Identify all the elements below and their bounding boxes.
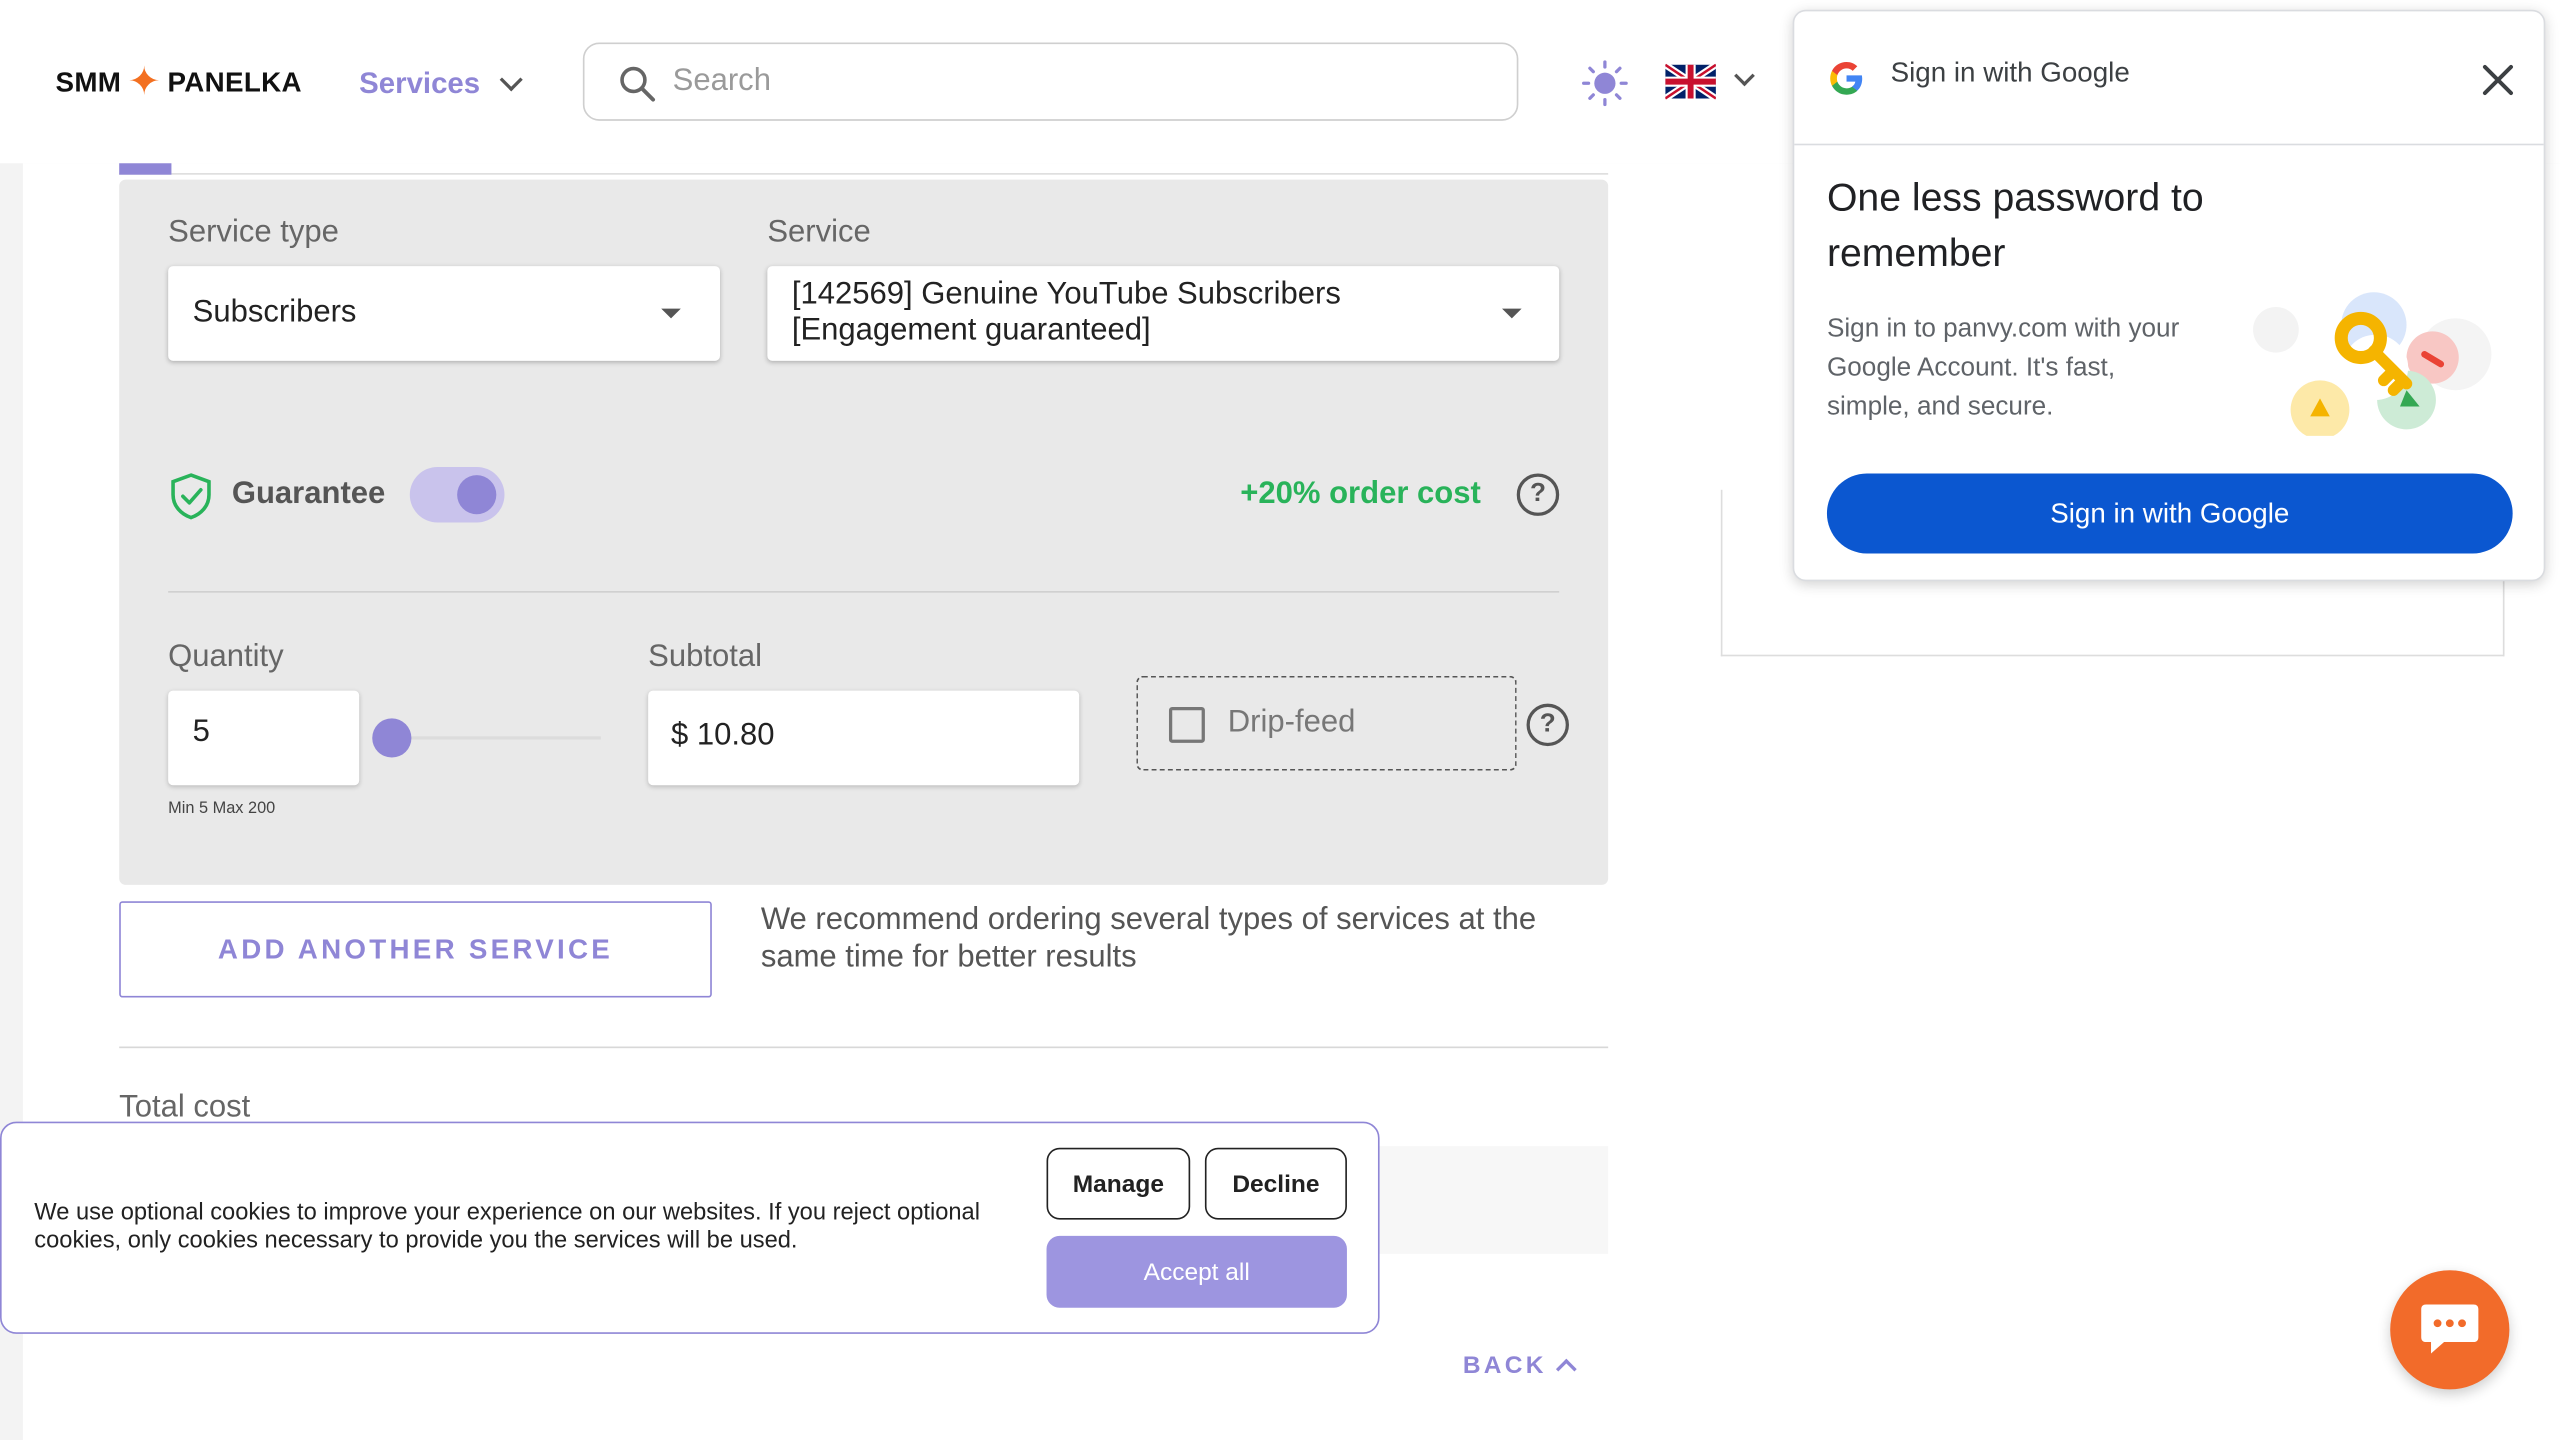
page: SMM ✦ PANELKA Services Search Service ty… (0, 0, 2560, 1440)
cookie-text: We use optional cookies to improve your … (34, 1200, 980, 1254)
google-popup-headline: One less password to remember (1826, 176, 2204, 276)
tab-indicator (119, 163, 172, 175)
shield-check-icon (171, 473, 211, 520)
nav-services-menu[interactable]: Services (359, 62, 523, 104)
service-value-line2: [Engagement guaranteed] (791, 313, 1151, 348)
guarantee-row: Guarantee +20% order cost ? (168, 464, 1560, 529)
sun-icon[interactable] (1580, 59, 1629, 108)
google-popup-body: Sign in to panvy.com with your Google Ac… (1826, 315, 2180, 422)
google-signin-button[interactable]: Sign in with Google (1826, 473, 2513, 554)
google-popup-title: Sign in with Google (1890, 57, 2130, 89)
dripfeed-checkbox[interactable] (1168, 706, 1205, 743)
key-illustration-icon (2253, 292, 2492, 436)
site-logo[interactable]: SMM ✦ PANELKA (56, 59, 302, 108)
subtotal-field: $ 10.80 (648, 690, 1080, 786)
google-signin-popup: Sign in with Google One less password to… (1792, 9, 2546, 582)
guarantee-toggle[interactable] (409, 466, 505, 523)
dropdown-arrow-icon (1502, 308, 1522, 319)
manage-cookies-button[interactable]: Manage (1046, 1147, 1191, 1220)
decline-cookies-button[interactable]: Decline (1204, 1147, 1347, 1220)
search-icon (620, 66, 656, 102)
toggle-knob (457, 475, 497, 515)
logo-text-right: PANELKA (167, 66, 302, 98)
back-button[interactable]: BACK (1463, 1349, 1578, 1382)
help-icon[interactable]: ? (1526, 703, 1569, 747)
accept-all-cookies-button[interactable]: Accept all (1046, 1235, 1347, 1308)
chat-widget-button[interactable] (2390, 1270, 2510, 1390)
cookie-banner: We use optional cookies to improve your … (0, 1121, 1380, 1334)
service-value-line1: [142569] Genuine YouTube Subscribers (791, 277, 1341, 312)
help-icon[interactable]: ? (1516, 473, 1560, 516)
search-input[interactable] (672, 57, 1489, 107)
search-bar[interactable] (582, 42, 1519, 121)
divider (119, 1046, 1609, 1049)
chevron-down-icon[interactable] (1734, 65, 1755, 87)
service-value: [142569] Genuine YouTube Subscribers [En… (792, 278, 1341, 350)
google-popup-header: Sign in with Google (1794, 11, 2544, 146)
recommend-text: We recommend ordering several types of s… (760, 902, 1537, 975)
service-type-value: Subscribers (192, 295, 357, 330)
service-type-label: Service type (168, 215, 339, 250)
dripfeed-option[interactable]: Drip-feed (1136, 675, 1517, 771)
google-logo-icon (1830, 62, 1863, 95)
sparkle-icon: ✦ (127, 60, 161, 105)
logo-text-left: SMM (55, 66, 122, 98)
quantity-minmax: Min 5 Max 200 (168, 799, 276, 818)
add-another-service-button[interactable]: ADD ANOTHER SERVICE (119, 901, 712, 998)
service-select[interactable]: [142569] Genuine YouTube Subscribers [En… (767, 266, 1560, 361)
order-cost-note: +20% order cost (1240, 476, 1481, 512)
tab-strip (119, 163, 1609, 175)
quantity-field[interactable] (168, 690, 360, 786)
chevron-up-icon (1556, 1357, 1578, 1379)
quantity-label: Quantity (168, 640, 284, 675)
quantity-slider-thumb[interactable] (372, 718, 412, 758)
quantity-input[interactable] (192, 715, 340, 752)
dripfeed-label: Drip-feed (1227, 705, 1356, 740)
service-type-select[interactable]: Subscribers (168, 266, 720, 361)
subtotal-value: $ 10.80 (671, 718, 775, 753)
dropdown-arrow-icon (661, 308, 681, 319)
nav-services-label: Services (359, 66, 481, 99)
guarantee-label: Guarantee (231, 476, 386, 512)
chat-icon (2421, 1304, 2479, 1354)
divider (168, 591, 1560, 593)
subtotal-label: Subtotal (648, 640, 763, 675)
service-label: Service (767, 215, 871, 250)
chevron-down-icon (499, 68, 523, 92)
back-label: BACK (1462, 1351, 1547, 1379)
close-icon[interactable] (2480, 62, 2516, 98)
quantity-slider-track[interactable] (391, 736, 601, 740)
uk-flag-icon[interactable] (1665, 63, 1716, 100)
